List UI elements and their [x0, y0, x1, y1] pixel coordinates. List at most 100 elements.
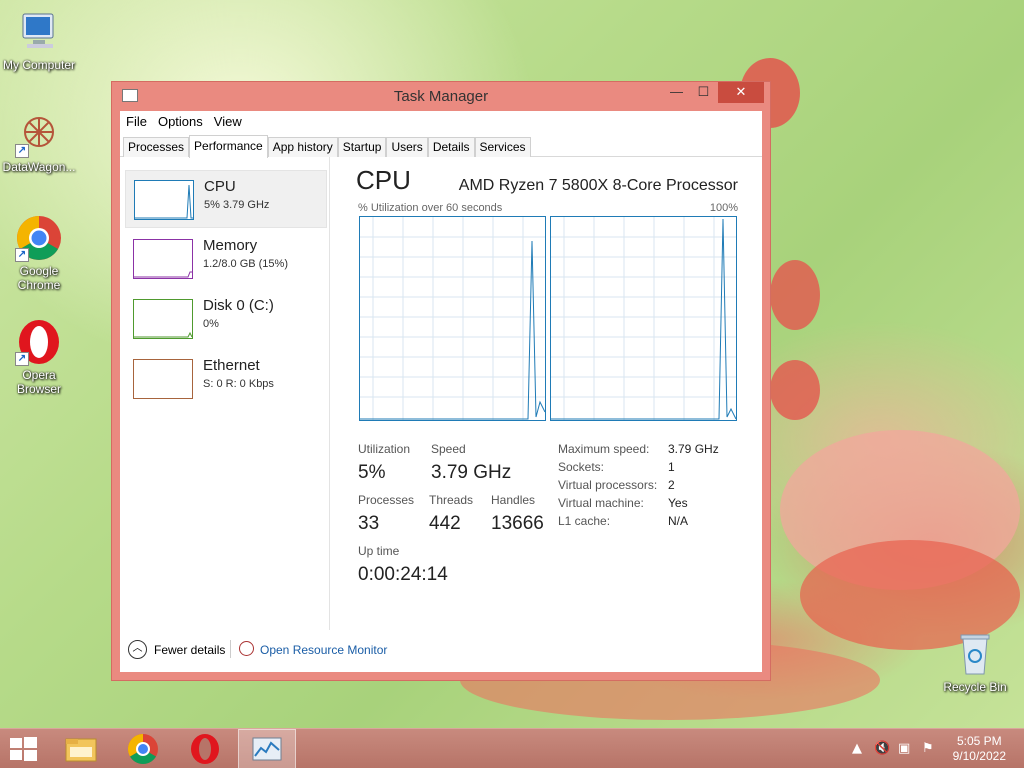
handles-label: Handles [491, 493, 536, 507]
spec-label: L1 cache: [558, 514, 611, 528]
open-resource-monitor-link[interactable]: Open Resource Monitor [260, 643, 387, 657]
graph-caption: % Utilization over 60 seconds [358, 202, 503, 214]
tab-bar: Processes Performance App history Startup Us… [120, 133, 762, 158]
speed-value: 3.79 GHz [431, 462, 512, 483]
close-button[interactable]: ✕ [718, 82, 764, 103]
task-manager-window[interactable]: Task Manager — ☐ ✕ File Options View Proce… [111, 81, 771, 681]
uptime-label: Up time [358, 544, 400, 558]
ethernet-thumbnail-graph [133, 359, 193, 399]
spec-value: N/A [668, 514, 689, 528]
spec-value: 3.79 GHz [668, 442, 719, 456]
sidebar-item-detail: S: 0 R: 0 Kbps [203, 378, 274, 390]
desktop-icon-datawagon[interactable]: ↗ DataWagon... [0, 110, 78, 174]
taskbar: ▲ 🔇 ▣ ⚑ 5:05 PM 9/10/2022 [0, 728, 1024, 768]
spec-value: 1 [668, 460, 675, 474]
start-icon [10, 737, 37, 761]
maximize-button[interactable]: ☐ [690, 82, 717, 103]
taskbar-file-explorer[interactable] [52, 729, 110, 768]
resource-sidebar: CPU 5% 3.79 GHz Memory 1.2/8.0 GB (15%) … [120, 157, 330, 630]
tab-app-history[interactable]: App history [267, 137, 338, 157]
processes-value: 33 [358, 513, 380, 534]
opera-icon [191, 734, 219, 764]
shortcut-arrow-icon: ↗ [15, 352, 29, 366]
desktop-icon-recycle-bin[interactable]: Recycle Bin [936, 630, 1014, 694]
desktop-icon-label: Recycle Bin [943, 680, 1007, 694]
resource-monitor-icon [239, 641, 254, 656]
desktop-icon-label: My Computer [2, 58, 76, 72]
desktop-icon-chrome[interactable]: ↗ Google Chrome [0, 214, 78, 292]
fewer-details-link[interactable]: Fewer details [154, 643, 225, 657]
tab-startup[interactable]: Startup [337, 137, 387, 157]
title-bar[interactable]: Task Manager — ☐ ✕ [112, 82, 770, 110]
sidebar-item-label: Ethernet [203, 357, 260, 374]
spec-value: Yes [668, 496, 688, 510]
menu-options[interactable]: Options [152, 111, 208, 129]
footer-bar: ︿ Fewer details Open Resource Monitor [120, 630, 762, 672]
performance-panel: CPU 5% 3.79 GHz Memory 1.2/8.0 GB (15%) … [120, 157, 762, 672]
tab-performance[interactable]: Performance [189, 135, 268, 158]
taskbar-opera[interactable] [176, 729, 234, 768]
spec-label: Maximum speed: [558, 442, 650, 456]
sidebar-item-label: Memory [203, 237, 258, 254]
tab-services[interactable]: Services [474, 137, 531, 157]
disk-thumbnail-graph [133, 299, 193, 339]
processes-label: Processes [358, 493, 415, 507]
tab-users[interactable]: Users [386, 137, 428, 157]
cpu-thumbnail-graph [134, 180, 194, 220]
desktop-icon-opera[interactable]: ↗ Opera Browser [0, 318, 78, 396]
system-clock[interactable]: 5:05 PM 9/10/2022 [953, 734, 1006, 764]
sidebar-item-memory[interactable]: Memory 1.2/8.0 GB (15%) [125, 230, 327, 288]
spec-value: 2 [668, 478, 675, 492]
datawagon-icon: ↗ [15, 110, 63, 158]
sidebar-item-cpu[interactable]: CPU 5% 3.79 GHz [125, 170, 327, 228]
processor-name: AMD Ryzen 7 5800X 8-Core Processor [458, 177, 738, 194]
chevron-up-icon[interactable]: ︿ [128, 640, 147, 659]
utilization-value: 5% [358, 462, 386, 483]
sidebar-item-disk[interactable]: Disk 0 (C:) 0% [125, 290, 327, 348]
graph-max-label: 100% [709, 202, 738, 214]
wallpaper-petal [770, 260, 820, 330]
tab-details[interactable]: Details [427, 137, 475, 157]
clock-date: 9/10/2022 [952, 749, 1006, 763]
shortcut-arrow-icon: ↗ [15, 144, 29, 158]
task-manager-icon [252, 737, 282, 761]
utilization-label: Utilization [358, 442, 411, 456]
file-explorer-icon [65, 738, 97, 762]
volume-muted-icon[interactable]: 🔇 [874, 741, 890, 756]
start-button[interactable] [0, 729, 58, 768]
graph-gridlines [360, 217, 545, 420]
cpu-usage-line [551, 218, 737, 420]
sidebar-item-label: CPU [204, 178, 236, 195]
opera-icon: ↗ [15, 318, 63, 366]
sidebar-item-detail: 0% [203, 318, 219, 330]
cpu-core-graph-2 [550, 216, 737, 421]
sidebar-item-detail: 5% 3.79 GHz [204, 199, 270, 211]
tab-processes[interactable]: Processes [123, 137, 190, 157]
window-client: File Options View Processes Performance App … [120, 111, 762, 672]
taskbar-task-manager[interactable] [238, 729, 296, 768]
action-center-icon[interactable]: ⚑ [922, 741, 934, 756]
wallpaper-petal [770, 360, 820, 420]
chrome-icon: ↗ [15, 214, 63, 262]
uptime-value: 0:00:24:14 [358, 564, 448, 585]
sidebar-item-detail: 1.2/8.0 GB (15%) [203, 258, 288, 270]
taskbar-chrome[interactable] [114, 729, 172, 768]
chrome-icon [127, 734, 158, 765]
cpu-detail-pane: CPU AMD Ryzen 7 5800X 8-Core Processor %… [356, 157, 762, 630]
spec-label: Virtual processors: [558, 478, 658, 492]
show-hidden-icons-icon[interactable]: ▲ [852, 741, 862, 756]
menu-view[interactable]: View [208, 111, 247, 129]
desktop-icon-label: Google Chrome [17, 264, 61, 292]
computer-icon [15, 8, 63, 56]
spec-label: Virtual machine: [558, 496, 644, 510]
cpu-usage-line [360, 240, 546, 420]
network-icon[interactable]: ▣ [898, 741, 910, 756]
speed-label: Speed [431, 442, 466, 456]
menu-bar: File Options View [120, 111, 762, 133]
threads-label: Threads [429, 493, 474, 507]
threads-value: 442 [429, 513, 461, 534]
sidebar-item-ethernet[interactable]: Ethernet S: 0 R: 0 Kbps [125, 350, 327, 408]
desktop-icon-my-computer[interactable]: My Computer [0, 8, 78, 72]
minimize-button[interactable]: — [663, 82, 690, 103]
menu-file[interactable]: File [120, 111, 152, 129]
